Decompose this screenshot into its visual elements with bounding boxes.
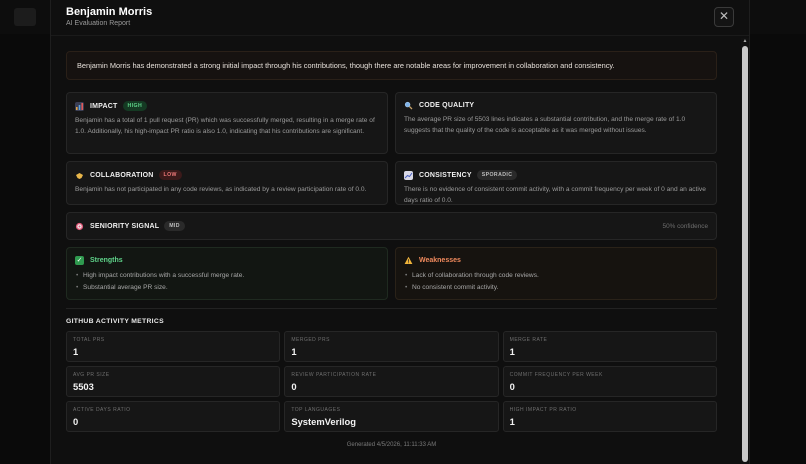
strengths-title: Strengths: [90, 257, 123, 264]
developer-name: Benjamin Morris: [66, 6, 153, 18]
report-subtitle: AI Evaluation Report: [66, 20, 131, 27]
seniority-card: SENIORITY SIGNAL MID 50% confidence: [66, 212, 717, 240]
weaknesses-list: Lack of collaboration through code revie…: [404, 270, 708, 294]
code-quality-title: CODE QUALITY: [419, 102, 475, 109]
list-item: Lack of collaboration through code revie…: [404, 270, 708, 282]
code-quality-card: CODE QUALITY The average PR size of 5503…: [395, 92, 717, 154]
metrics-grid: TOTAL PRS 1 MERGED PRS 1 MERGE RATE 1 AVG P…: [66, 331, 717, 432]
metric-label: ACTIVE DAYS RATIO: [73, 407, 131, 413]
metric-label: COMMIT FREQUENCY PER WEEK: [509, 372, 603, 378]
metric-top-languages: TOP LANGUAGES SystemVerilog: [284, 401, 499, 432]
metric-high-impact-ratio: HIGH IMPACT PR RATIO 1: [502, 401, 717, 432]
consistency-title: CONSISTENCY: [419, 171, 472, 179]
metric-value: 0: [509, 381, 515, 392]
modal-header: Benjamin Morris AI Evaluation Report ✕: [51, 0, 749, 36]
impact-badge: HIGH: [122, 101, 148, 111]
metric-value: 1: [509, 416, 515, 427]
check-icon: ✓: [75, 256, 84, 265]
metric-value: 1: [73, 346, 79, 357]
metric-value: 0: [73, 416, 79, 427]
scroll-up-icon[interactable]: ▲: [741, 38, 749, 45]
metric-avg-pr-size: AVG PR SIZE 5503: [66, 366, 281, 397]
background-logo: [14, 8, 36, 26]
consistency-badge: SPORADIC: [476, 170, 518, 180]
list-item: No consistent commit activity.: [404, 282, 708, 294]
metric-label: MERGED PRS: [291, 337, 330, 343]
scrollbar-thumb[interactable]: [742, 46, 748, 462]
modal-scroll-area[interactable]: Benjamin Morris has demonstrated a stron…: [51, 37, 741, 464]
seniority-confidence: 50% confidence: [662, 222, 708, 230]
metric-label: TOP LANGUAGES: [291, 407, 341, 413]
metrics-title: GITHUB ACTIVITY METRICS: [66, 318, 164, 325]
warning-icon: [404, 256, 413, 265]
consistency-card: CONSISTENCY SPORADIC There is no evidenc…: [395, 161, 717, 205]
weaknesses-title: Weaknesses: [419, 257, 461, 264]
section-divider: [66, 308, 717, 309]
metric-value: 5503: [73, 381, 94, 392]
metric-label: REVIEW PARTICIPATION RATE: [291, 372, 377, 378]
metric-active-days: ACTIVE DAYS RATIO 0: [66, 401, 281, 432]
modal-scrollbar[interactable]: ▲: [741, 38, 749, 464]
generated-timestamp: Generated 4/5/2026, 11:11:33 AM: [346, 442, 437, 448]
summary-banner: Benjamin Morris has demonstrated a stron…: [66, 51, 717, 80]
trend-chart-icon: [404, 170, 413, 180]
metric-merge-rate: MERGE RATE 1: [502, 331, 717, 362]
collaboration-badge: LOW: [158, 170, 182, 180]
seniority-badge: MID: [164, 221, 185, 231]
close-button[interactable]: ✕: [714, 7, 734, 27]
seniority-title: SENIORITY SIGNAL: [90, 222, 160, 230]
metric-total-prs: TOTAL PRS 1: [66, 331, 281, 362]
bar-chart-icon: [75, 101, 84, 111]
metric-value: 1: [509, 346, 515, 357]
impact-card: IMPACT HIGH Benjamin has a total of 1 pu…: [66, 92, 388, 154]
impact-body: Benjamin has a total of 1 pull request (…: [75, 117, 375, 135]
list-item: High impact contributions with a success…: [75, 270, 379, 282]
metric-label: HIGH IMPACT PR RATIO: [509, 407, 577, 413]
metric-value: SystemVerilog: [291, 416, 356, 427]
collaboration-title: COLLABORATION: [90, 171, 154, 179]
magnifier-icon: [404, 101, 413, 110]
weaknesses-card: Weaknesses Lack of collaboration through…: [395, 247, 717, 300]
collaboration-card: COLLABORATION LOW Benjamin has not parti…: [66, 161, 388, 205]
collaboration-body: Benjamin has not participated in any cod…: [75, 186, 367, 193]
close-icon: ✕: [718, 9, 730, 23]
metric-merged-prs: MERGED PRS 1: [284, 331, 499, 362]
metric-value: 0: [291, 381, 297, 392]
strengths-card: ✓ Strengths High impact contributions wi…: [66, 247, 388, 300]
metric-label: MERGE RATE: [509, 337, 548, 343]
metric-label: TOTAL PRS: [73, 337, 105, 343]
metric-commit-frequency: COMMIT FREQUENCY PER WEEK 0: [502, 366, 717, 397]
target-icon: [75, 222, 84, 231]
metric-review-participation: REVIEW PARTICIPATION RATE 0: [284, 366, 499, 397]
handshake-icon: [75, 171, 84, 180]
code-quality-body: The average PR size of 5503 lines indica…: [404, 116, 686, 134]
evaluation-modal: Benjamin Morris AI Evaluation Report ✕ B…: [50, 0, 750, 464]
impact-title: IMPACT: [90, 102, 118, 110]
strengths-list: High impact contributions with a success…: [75, 270, 379, 294]
metric-value: 1: [291, 346, 297, 357]
metric-label: AVG PR SIZE: [73, 372, 110, 378]
list-item: Substantial average PR size.: [75, 282, 379, 294]
consistency-body: There is no evidence of consistent commi…: [404, 186, 706, 204]
